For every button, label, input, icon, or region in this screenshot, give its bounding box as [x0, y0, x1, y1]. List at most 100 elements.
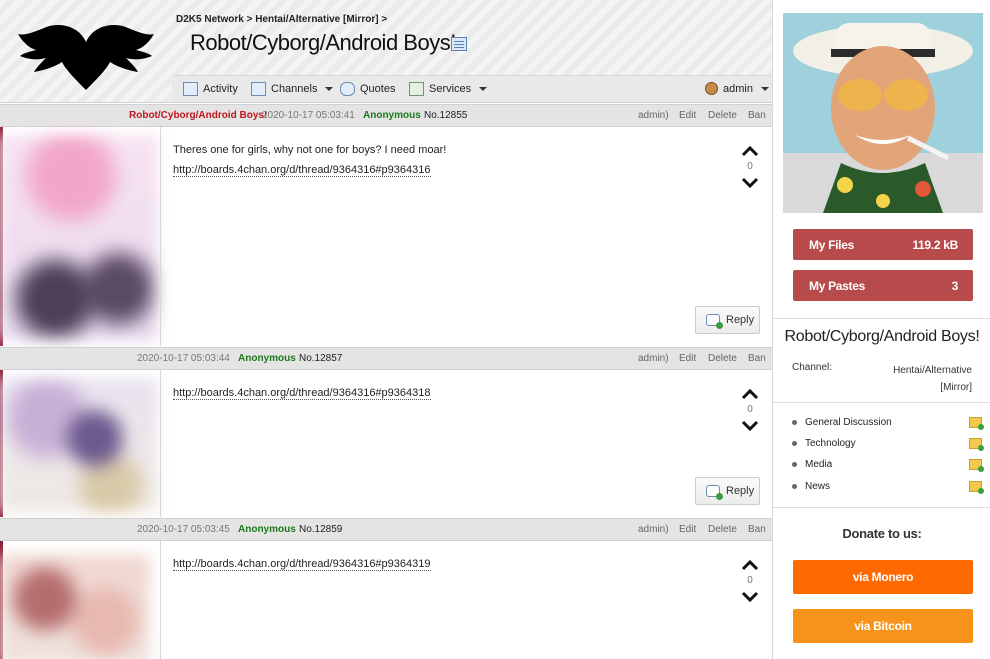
- category-general-discussion[interactable]: General Discussion: [792, 414, 984, 430]
- divider: [160, 127, 161, 346]
- post-body: http://boards.4chan.org/d/thread/9364316…: [0, 370, 772, 517]
- post-number[interactable]: No.12859: [299, 524, 342, 535]
- upvote-icon[interactable]: [741, 556, 759, 574]
- ban-link[interactable]: Ban: [748, 353, 766, 364]
- divider: [773, 402, 990, 403]
- post-thumbnail[interactable]: [0, 135, 158, 340]
- my-pastes-label: My Pastes: [809, 278, 865, 293]
- new-thread-icon[interactable]: [969, 416, 984, 430]
- channel-label: Channel:: [792, 362, 833, 373]
- downvote-icon[interactable]: [741, 588, 759, 606]
- nav-services-label: Services: [429, 83, 472, 95]
- post-header: 2020-10-17 05:03:44 Anonymous No.12857 a…: [0, 347, 772, 370]
- downvote-icon[interactable]: [741, 417, 759, 435]
- post-link[interactable]: http://boards.4chan.org/d/thread/9364316…: [173, 387, 431, 400]
- post-date: 2020-10-17 05:03:44: [137, 353, 230, 364]
- edit-link[interactable]: Edit: [679, 353, 696, 364]
- user-profile-photo[interactable]: [783, 13, 983, 213]
- upvote-icon[interactable]: [741, 385, 759, 403]
- category-label: General Discussion: [805, 416, 892, 428]
- chevron-down-icon: [479, 87, 488, 91]
- donate-title: Donate to us:: [842, 526, 922, 541]
- new-thread-icon[interactable]: [969, 458, 984, 472]
- channel-value[interactable]: Hentai/Alternative [Mirror]: [872, 362, 972, 396]
- post-header: 2020-10-17 05:03:45 Anonymous No.12859 a…: [0, 518, 772, 541]
- site-header: D2K5 Network > Hentai/Alternative [Mirro…: [0, 0, 772, 103]
- post-content: http://boards.4chan.org/d/thread/9364316…: [173, 383, 431, 403]
- post-link[interactable]: http://boards.4chan.org/d/thread/9364316…: [173, 164, 431, 177]
- reply-label: Reply: [726, 314, 755, 326]
- post-number[interactable]: No.12855: [424, 110, 467, 121]
- winged-heart-logo[interactable]: [16, 14, 156, 92]
- reply-icon: [706, 314, 723, 329]
- activity-icon: [183, 82, 198, 96]
- nav-user-menu[interactable]: admin: [705, 82, 769, 95]
- my-files-button[interactable]: My Files 119.2 kB: [793, 229, 973, 260]
- thread-label[interactable]: Robot/Cyborg/Android Boys!: [129, 110, 267, 121]
- nav-services[interactable]: Services: [409, 82, 488, 96]
- my-files-label: My Files: [809, 237, 854, 252]
- divider: [773, 318, 990, 319]
- post-number[interactable]: No.12857: [299, 353, 342, 364]
- new-thread-icon[interactable]: [969, 480, 984, 494]
- donate-monero-button[interactable]: via Monero: [793, 560, 973, 594]
- edit-link[interactable]: Edit: [679, 524, 696, 535]
- bullet-icon: [792, 440, 797, 446]
- post-header: Robot/Cyborg/Android Boys! 2020-10-17 05…: [0, 104, 772, 127]
- sidebar: My Files 119.2 kB My Pastes 3 Robot/Cybo…: [772, 0, 990, 659]
- category-news[interactable]: News: [792, 478, 984, 494]
- my-files-size: 119.2 kB: [912, 237, 958, 252]
- bullet-icon: [792, 461, 797, 467]
- post-thumbnail[interactable]: [0, 378, 158, 512]
- post-thumbnail[interactable]: [0, 555, 150, 659]
- donate-bitcoin-button[interactable]: via Bitcoin: [793, 609, 973, 643]
- reply-button[interactable]: Reply: [695, 306, 760, 334]
- page-title: Robot/Cyborg/Android Boys!: [190, 30, 456, 55]
- channels-icon: [251, 82, 266, 96]
- nav-user-label: admin: [723, 82, 753, 95]
- nav-channels[interactable]: Channels: [251, 82, 334, 96]
- reply-button[interactable]: Reply: [695, 477, 760, 505]
- breadcrumb[interactable]: D2K5 Network > Hentai/Alternative [Mirro…: [176, 14, 387, 25]
- my-pastes-button[interactable]: My Pastes 3: [793, 270, 973, 301]
- nav-quotes[interactable]: Quotes: [340, 82, 395, 96]
- nav-channels-label: Channels: [271, 83, 318, 95]
- post-content: Theres one for girls, why not one for bo…: [173, 140, 446, 180]
- admin-link[interactable]: admin): [638, 353, 669, 364]
- ban-link[interactable]: Ban: [748, 524, 766, 535]
- upvote-icon[interactable]: [741, 142, 759, 160]
- chevron-down-icon: [325, 87, 334, 91]
- ban-link[interactable]: Ban: [748, 110, 766, 121]
- category-label: Technology: [805, 437, 856, 449]
- post-date: 2020-10-17 05:03:41: [262, 110, 355, 121]
- edit-link[interactable]: Edit: [679, 110, 696, 121]
- services-icon: [409, 82, 424, 96]
- bullet-icon: [792, 419, 797, 425]
- post-link[interactable]: http://boards.4chan.org/d/thread/9364316…: [173, 558, 431, 571]
- calendar-icon[interactable]: [451, 37, 467, 51]
- category-media[interactable]: Media: [792, 456, 984, 472]
- vote-count: 0: [747, 161, 753, 172]
- divider: [160, 541, 161, 659]
- new-thread-icon[interactable]: [969, 437, 984, 451]
- vote-widget: 0: [738, 142, 762, 192]
- category-label: Media: [805, 458, 833, 470]
- admin-link[interactable]: admin): [638, 524, 669, 535]
- delete-link[interactable]: Delete: [708, 524, 737, 535]
- poster-name: Anonymous: [363, 110, 421, 121]
- user-avatar-icon: [705, 82, 718, 95]
- post-body: Theres one for girls, why not one for bo…: [0, 127, 772, 346]
- vote-widget: 0: [738, 556, 762, 606]
- nav-activity[interactable]: Activity: [183, 82, 238, 96]
- chevron-down-icon: [760, 86, 769, 91]
- admin-link[interactable]: admin): [638, 110, 669, 121]
- sidebar-thread-title: Robot/Cyborg/Android Boys!: [784, 328, 980, 345]
- nav-activity-label: Activity: [203, 83, 238, 95]
- category-technology[interactable]: Technology: [792, 435, 984, 451]
- delete-link[interactable]: Delete: [708, 110, 737, 121]
- vote-count: 0: [747, 575, 753, 586]
- delete-link[interactable]: Delete: [708, 353, 737, 364]
- post-message: Theres one for girls, why not one for bo…: [173, 144, 447, 156]
- downvote-icon[interactable]: [741, 174, 759, 192]
- vote-count: 0: [747, 404, 753, 415]
